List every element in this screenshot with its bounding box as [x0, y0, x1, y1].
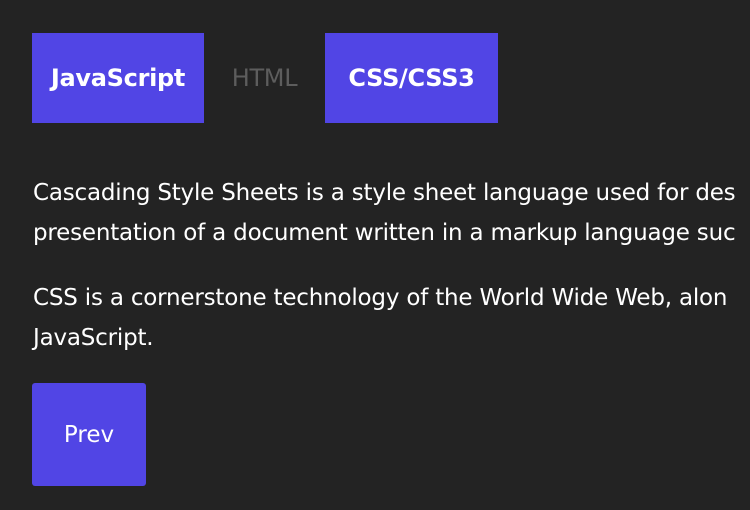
tab-css[interactable]: CSS/CSS3 [325, 33, 498, 123]
content-paragraph: Cascading Style Sheets is a style sheet … [33, 173, 750, 253]
paragraph-line: presentation of a document written in a … [33, 220, 736, 246]
tab-javascript[interactable]: JavaScript [32, 33, 204, 123]
paragraph-line: Cascading Style Sheets is a style sheet … [33, 180, 736, 206]
content-paragraph: CSS is a cornerstone technology of the W… [33, 278, 750, 358]
paragraph-line: CSS is a cornerstone technology of the W… [33, 285, 728, 311]
tab-content: Cascading Style Sheets is a style sheet … [33, 173, 750, 358]
tab-html[interactable]: HTML [204, 33, 325, 123]
tab-bar: JavaScript HTML CSS/CSS3 [32, 33, 498, 123]
paragraph-line: JavaScript. [33, 325, 154, 351]
prev-button[interactable]: Prev [32, 383, 146, 486]
